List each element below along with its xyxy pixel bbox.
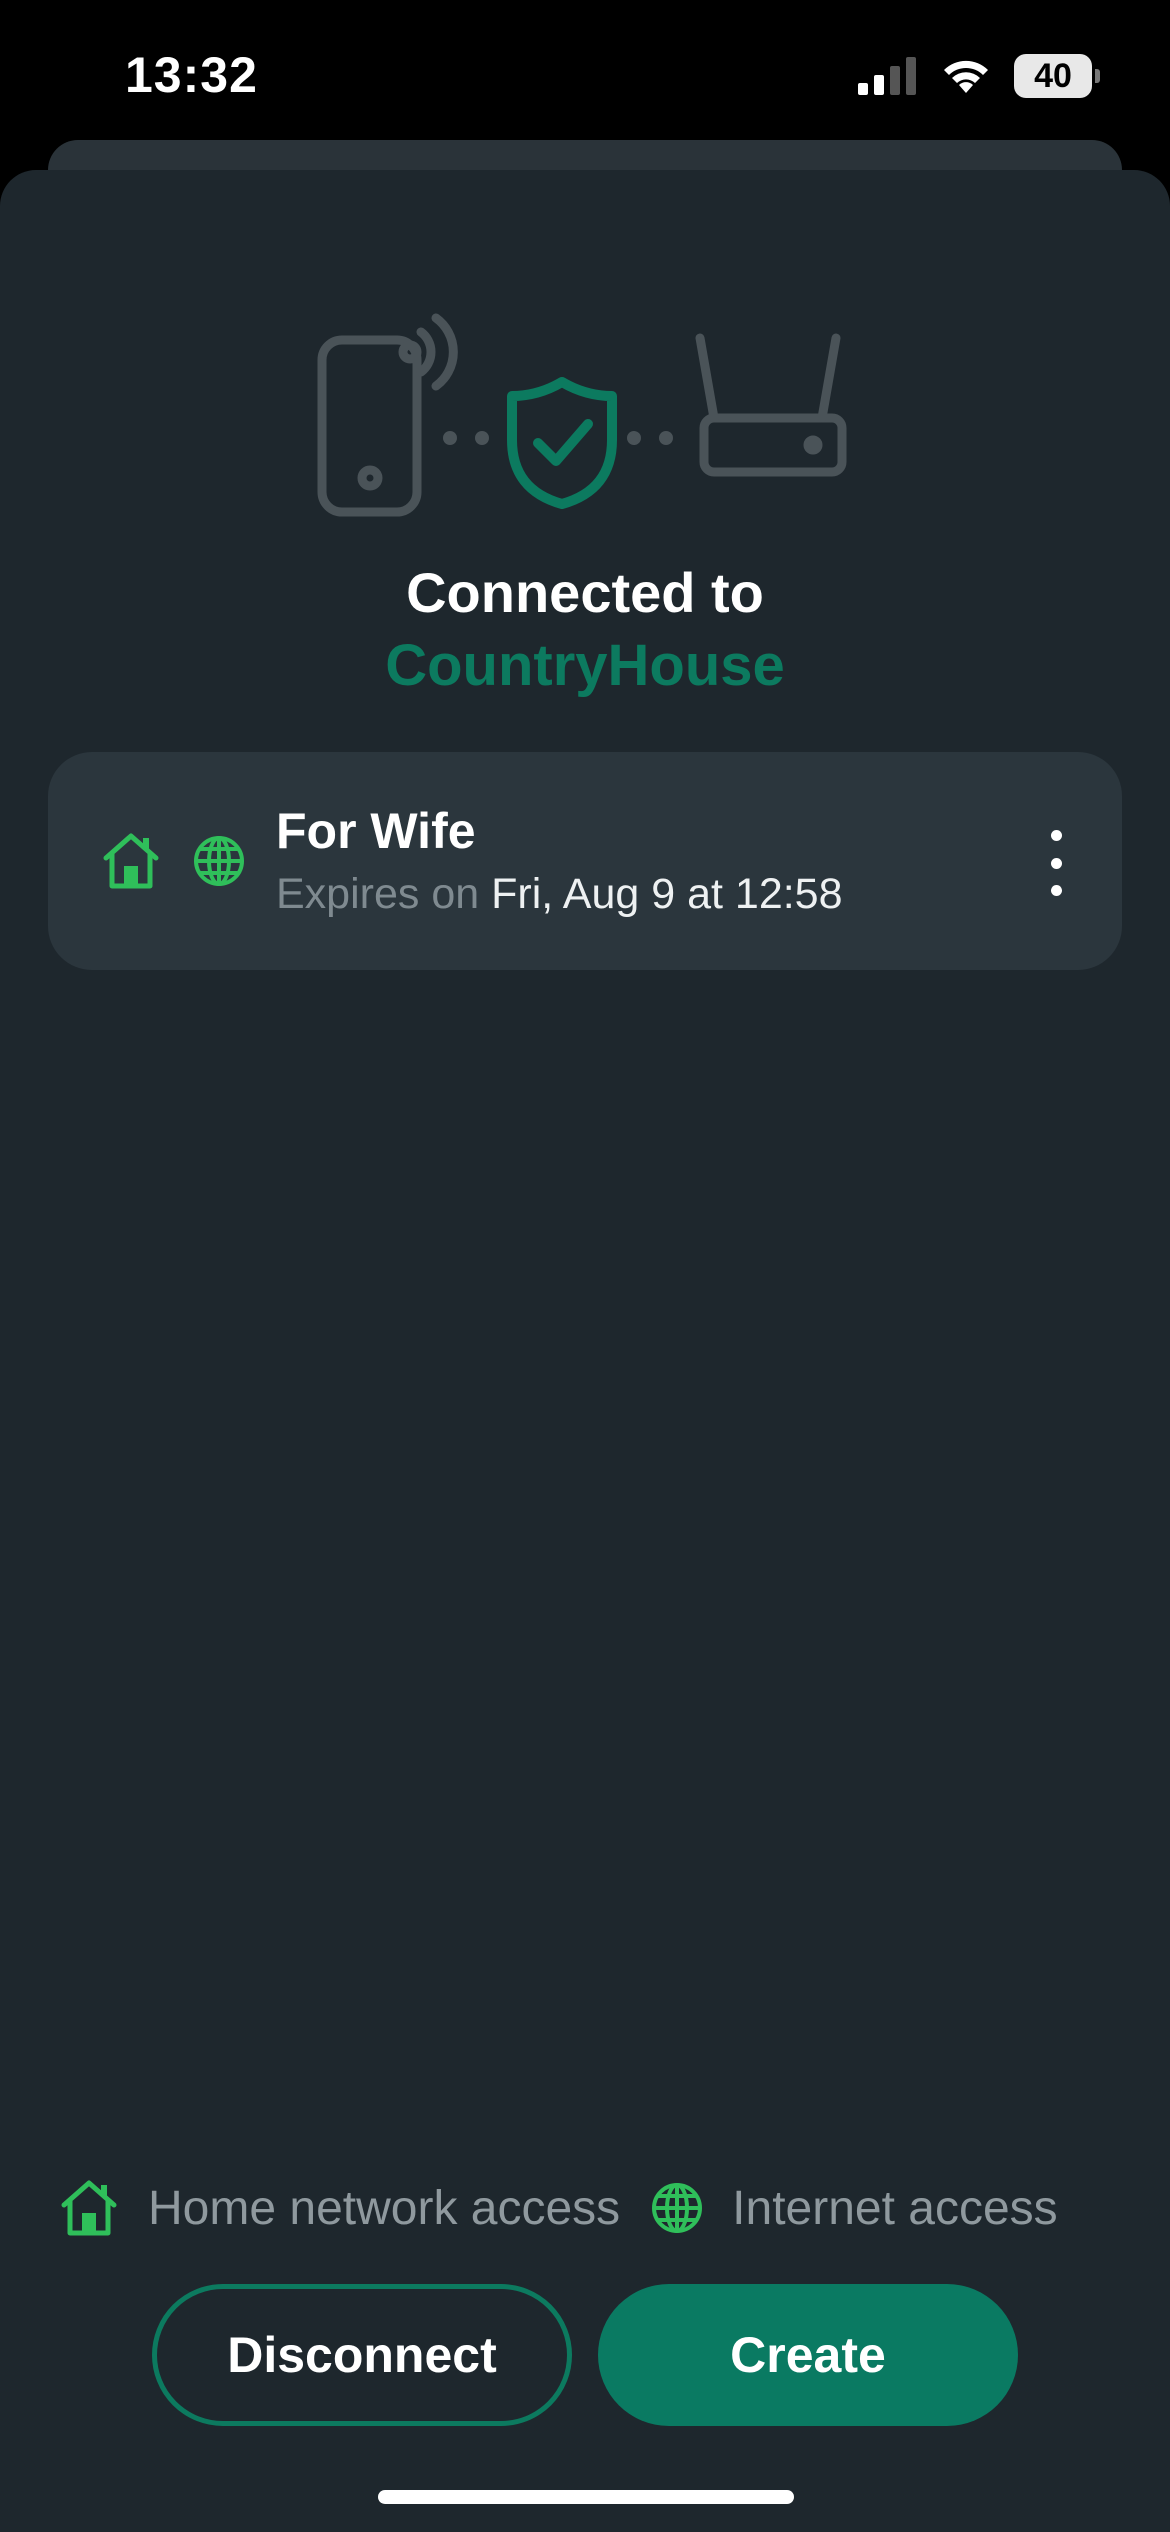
cellular-signal-icon	[858, 57, 916, 95]
globe-icon	[194, 836, 244, 886]
connected-title: Connected to	[406, 561, 764, 624]
battery-icon: 40	[1014, 54, 1100, 98]
router-icon	[695, 333, 847, 477]
access-legend: Home network access Internet access	[58, 2176, 1058, 2240]
legend-internet-label: Internet access	[732, 2181, 1058, 2235]
expires-value: Fri, Aug 9 at 12:58	[491, 870, 843, 918]
connection-illustration	[317, 313, 847, 517]
network-name: CountryHouse	[385, 633, 785, 698]
expires-prefix: Expires on	[276, 870, 480, 918]
phone-signal-icon	[317, 313, 458, 517]
invite-expiry: Expires on Fri, Aug 9 at 12:58	[276, 870, 843, 919]
legend-home: Home network access	[58, 2179, 620, 2237]
disconnect-button[interactable]: Disconnect	[152, 2284, 572, 2426]
invite-card[interactable]: For Wife Expires on Fri, Aug 9 at 12:58	[48, 752, 1122, 970]
wifi-icon	[944, 60, 988, 93]
status-icons: 40	[858, 54, 1100, 98]
invite-name: For Wife	[276, 803, 476, 859]
more-vertical-icon[interactable]	[1044, 830, 1068, 896]
create-button[interactable]: Create	[598, 2284, 1018, 2426]
legend-home-label: Home network access	[148, 2181, 621, 2235]
battery-level: 40	[1034, 56, 1072, 95]
globe-icon	[652, 2183, 703, 2233]
status-time: 13:32	[125, 47, 258, 103]
status-bar: 13:32 40	[0, 0, 1170, 150]
legend-internet: Internet access	[650, 2181, 1058, 2236]
home-icon	[103, 833, 159, 889]
home-indicator	[378, 2490, 794, 2504]
shield-check-icon	[507, 377, 617, 509]
home-icon	[61, 2180, 117, 2236]
